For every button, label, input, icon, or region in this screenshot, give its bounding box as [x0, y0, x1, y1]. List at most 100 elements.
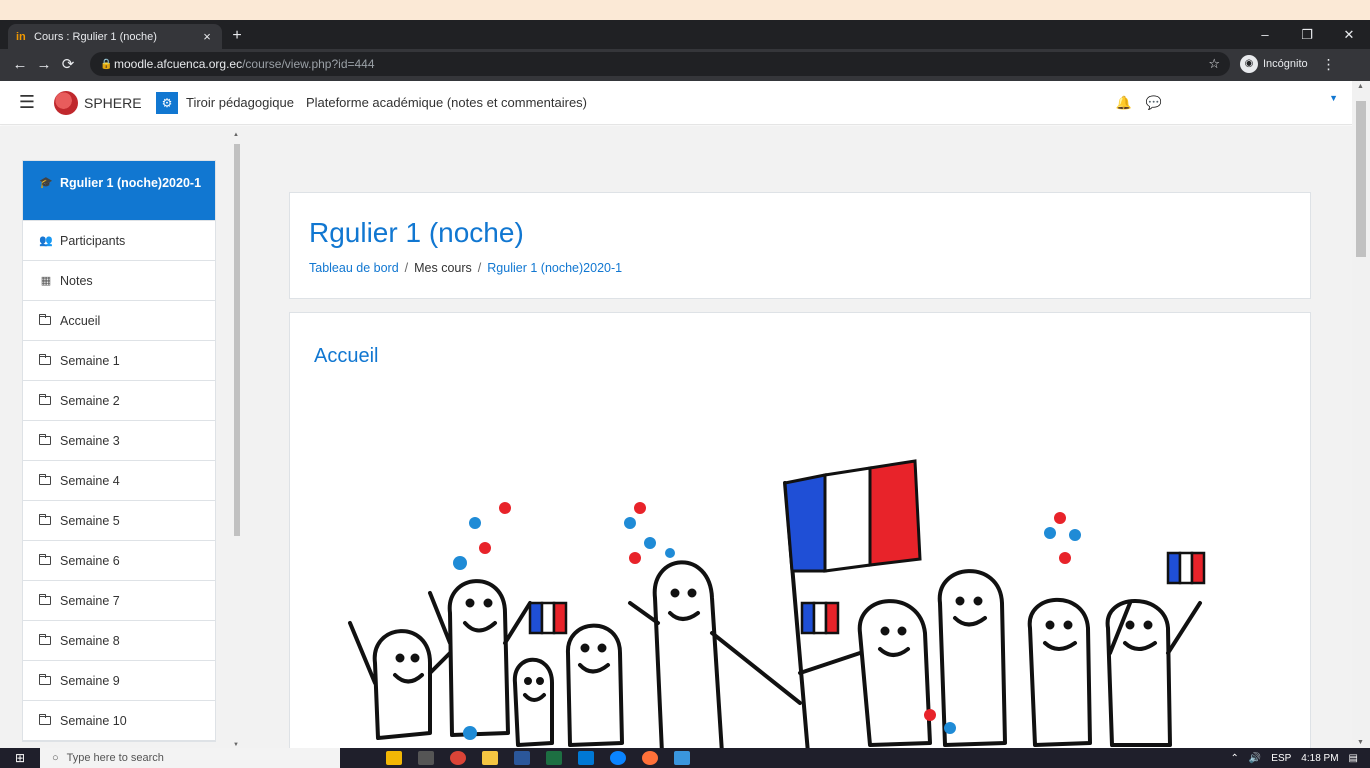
excel-taskbar-icon[interactable] — [546, 751, 562, 765]
windows-start-icon[interactable]: ⊞ — [0, 751, 40, 765]
word-icon[interactable] — [514, 751, 530, 765]
folder-icon — [38, 473, 51, 485]
nav-link-tiroir[interactable]: Tiroir pédagogique — [186, 95, 294, 110]
system-tray: ⌃ 🔊 ESP 4:18 PM ▤ — [1230, 753, 1370, 764]
browser-menu-icon[interactable]: ⋮ — [1322, 56, 1336, 73]
edge-icon[interactable] — [610, 751, 626, 765]
course-nav-list: 🎓 Rgulier 1 (noche)2020-1 👥 Participants ▦ No… — [22, 160, 216, 742]
drawer-item[interactable]: 🎓 Rgulier 1 (noche)2020-1 — [23, 161, 215, 221]
tab-active[interactable]: in Cours : Rgulier 1 (noche) × — [8, 24, 222, 49]
breadcrumb-dashboard[interactable]: Tableau de bord — [309, 261, 399, 275]
folder-icon — [38, 393, 51, 405]
section-title[interactable]: Accueil — [314, 345, 378, 368]
sticky-notes-icon[interactable] — [386, 751, 402, 765]
minimize-button[interactable]: – — [1244, 27, 1286, 42]
moodle-favicon: in — [16, 30, 26, 43]
drawer-item[interactable]: 👥 Participants — [23, 221, 215, 261]
breadcrumb-course[interactable]: Rgulier 1 (noche)2020-1 — [487, 261, 622, 275]
drawer-item[interactable]: Semaine 7 — [23, 581, 215, 621]
firefox-icon[interactable] — [642, 751, 658, 765]
drawer-item[interactable]: Semaine 6 — [23, 541, 215, 581]
drawer-item[interactable]: Semaine 10 — [23, 701, 215, 741]
drawer-item[interactable]: Semaine 3 — [23, 421, 215, 461]
drawer-item[interactable]: Accueil — [23, 301, 215, 341]
folder-icon — [38, 433, 51, 445]
sphere-logo-icon — [54, 90, 78, 115]
reload-button[interactable]: ⟳ — [56, 55, 80, 73]
users-icon: 👥 — [39, 235, 53, 247]
drawer-item-label: Semaine 7 — [60, 593, 120, 608]
drawer-item-label: Rgulier 1 (noche)2020-1 — [60, 176, 202, 190]
windows-taskbar: ⊞ ○ Type here to search ⌃ 🔊 ESP 4:18 PM … — [0, 748, 1370, 768]
folder-icon — [38, 513, 51, 525]
folder-icon — [38, 353, 51, 365]
search-icon: ○ — [52, 752, 59, 764]
moodle-navbar: ☰ SPHERE ⚙ Tiroir pédagogique Plateforme… — [0, 81, 1352, 125]
folder-icon — [38, 313, 51, 325]
folder-icon — [38, 553, 51, 565]
drawer-item[interactable]: Semaine 8 — [23, 621, 215, 661]
drawer-item-label: Semaine 10 — [60, 713, 127, 728]
tray-chevron-icon[interactable]: ⌃ — [1230, 753, 1238, 764]
calculator-icon[interactable] — [418, 751, 434, 765]
page-scroll-thumb[interactable] — [1356, 101, 1366, 257]
url-host: moodle.afcuenca.org.ec — [114, 57, 243, 71]
volume-icon[interactable]: 🔊 — [1249, 753, 1261, 764]
taskbar-apps — [386, 751, 690, 765]
drawer-item-label: Accueil — [60, 313, 101, 328]
notifications-icon[interactable]: ▤ — [1349, 753, 1358, 764]
drawer-item[interactable]: Semaine 5 — [23, 501, 215, 541]
clock[interactable]: 4:18 PM — [1301, 753, 1338, 764]
folder-icon — [38, 633, 51, 645]
site-logo[interactable]: SPHERE — [54, 90, 150, 115]
bookmark-star-icon[interactable]: ☆ — [1208, 56, 1220, 72]
restore-button[interactable]: ❐ — [1286, 27, 1328, 43]
taskbar-search-placeholder: Type here to search — [66, 752, 164, 764]
tab-title: Cours : Rgulier 1 (noche) — [34, 30, 157, 43]
back-button[interactable]: ← — [8, 56, 32, 73]
outlook-icon[interactable] — [578, 751, 594, 765]
page-header: Rgulier 1 (noche) Tableau de bord / Mes … — [289, 192, 1311, 299]
notifications-bell-icon[interactable]: 🔔 — [1116, 95, 1132, 111]
file-explorer-icon[interactable] — [482, 751, 498, 765]
close-window-button[interactable]: ✕ — [1328, 27, 1370, 43]
taskbar-search[interactable]: ○ Type here to search — [40, 748, 340, 768]
tab-strip: in Cours : Rgulier 1 (noche) × + – ❐ ✕ — [0, 20, 1370, 49]
drawer-item-label: Semaine 6 — [60, 553, 120, 568]
messages-chat-icon[interactable]: 💬 — [1146, 95, 1162, 111]
drawer-item-label: Semaine 9 — [60, 673, 120, 688]
hamburger-menu-icon[interactable]: ☰ — [0, 92, 54, 113]
nav-drawer: 🎓 Rgulier 1 (noche)2020-1 👥 Participants ▦ No… — [0, 126, 246, 748]
language-indicator[interactable]: ESP — [1271, 753, 1291, 764]
photos-icon[interactable] — [674, 751, 690, 765]
drawer-item-label: Semaine 8 — [60, 633, 120, 648]
custom-menu-gear-icon[interactable]: ⚙ — [156, 91, 178, 114]
incognito-indicator[interactable]: ◉ Incógnito — [1240, 55, 1308, 73]
drawer-item[interactable]: Semaine 4 — [23, 461, 215, 501]
drawer-scrollbar[interactable]: ▲ ▼ — [232, 132, 242, 748]
site-brand: SPHERE — [84, 94, 142, 111]
url-path: /course/view.php?id=444 — [242, 57, 375, 71]
drawer-item-label: Semaine 1 — [60, 353, 120, 368]
page-scrollbar[interactable]: ▲ ▼ — [1352, 81, 1370, 748]
drawer-scroll-thumb[interactable] — [234, 144, 240, 536]
drawer-item[interactable]: Semaine 9 — [23, 661, 215, 701]
drawer-item[interactable]: Semaine 2 — [23, 381, 215, 421]
drawer-item[interactable]: ▦ Notes — [23, 261, 215, 301]
chrome-icon[interactable] — [450, 751, 466, 765]
user-menu-caret-icon[interactable]: ▼ — [1329, 93, 1338, 103]
large-french-flag — [783, 459, 922, 573]
drawer-item[interactable]: Semaine 1 — [23, 341, 215, 381]
forward-button[interactable]: → — [32, 56, 56, 73]
window-controls: – ❐ ✕ — [1244, 20, 1370, 49]
close-tab-icon[interactable]: × — [200, 29, 214, 44]
main-region: Rgulier 1 (noche) Tableau de bord / Mes … — [246, 126, 1352, 748]
nav-link-plateforme[interactable]: Plateforme académique (notes et commenta… — [306, 95, 587, 110]
new-tab-button[interactable]: + — [222, 24, 252, 49]
graduation-cap-icon: 🎓 — [39, 177, 53, 189]
drawer-item-label: Semaine 2 — [60, 393, 120, 408]
address-bar[interactable]: 🔒 moodle.afcuenca.org.ec/course/view.php… — [90, 52, 1230, 76]
incognito-label: Incógnito — [1263, 58, 1308, 70]
drawer-item-label: Semaine 3 — [60, 433, 120, 448]
drawer-item-label: Participants — [60, 233, 126, 248]
